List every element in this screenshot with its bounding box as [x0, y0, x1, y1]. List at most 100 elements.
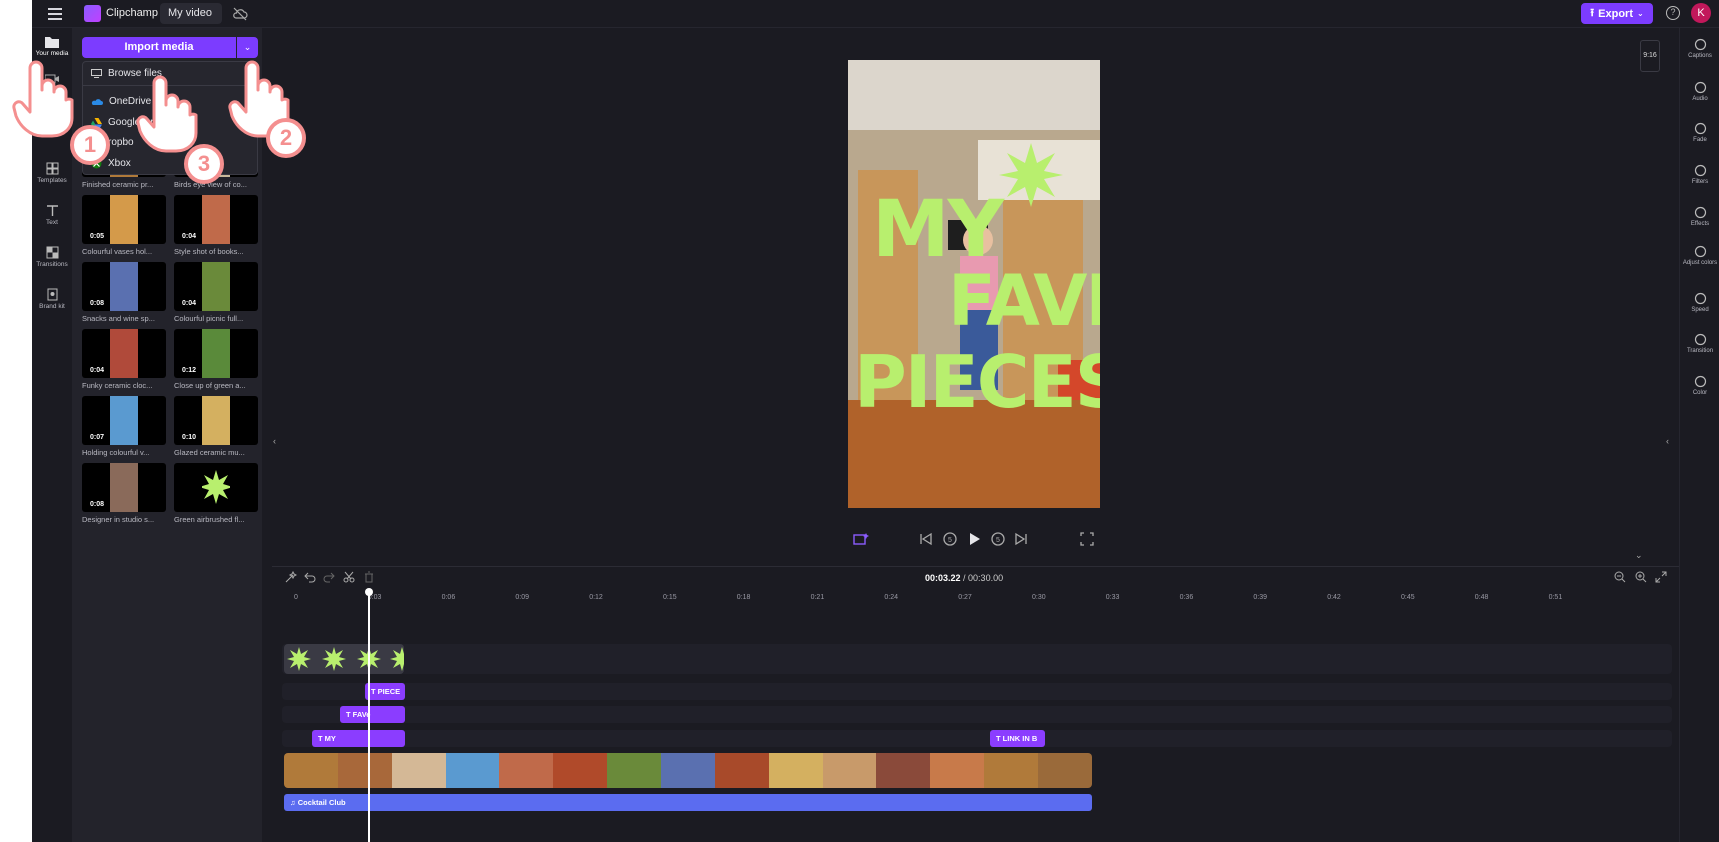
thumbnail-label: Colourful picnic full...	[174, 314, 244, 323]
zoom-in-icon[interactable]	[1635, 571, 1647, 583]
video-clip-strip[interactable]	[284, 753, 1092, 788]
collapse-left-panel-icon[interactable]: ‹	[273, 436, 276, 446]
rrail-transition[interactable]: Transition	[1680, 333, 1719, 354]
redo-icon[interactable]	[323, 571, 335, 583]
svg-text:5: 5	[996, 537, 1000, 544]
step-badge: 2	[266, 118, 306, 158]
rail-templates[interactable]: Templates	[32, 162, 72, 184]
collapse-timeline-icon[interactable]: ⌄	[1635, 550, 1643, 561]
starburst-thumbnails	[287, 647, 404, 671]
rail-transitions[interactable]: Transitions	[32, 246, 72, 268]
split-scissors-icon[interactable]	[343, 571, 355, 583]
rail-your-media[interactable]: Your media	[32, 36, 72, 57]
hamburger-menu-icon[interactable]	[46, 5, 64, 23]
starburst-clip[interactable]	[284, 644, 404, 674]
playhead[interactable]	[368, 590, 370, 842]
video-frame	[284, 753, 338, 788]
timeline-ruler[interactable]: 0 0:03 0:06 0:09 0:12 0:15 0:18 0:21 0:24 0:27 0:3…	[272, 590, 1672, 604]
text-clip-pieces[interactable]: T PIECE	[365, 683, 405, 700]
media-thumbnail[interactable]: 0:04 Colourful picnic full...	[174, 262, 258, 323]
music-note-icon: ♫	[290, 798, 298, 807]
delete-icon[interactable]	[363, 571, 375, 583]
clip-duration: 0:04	[90, 367, 105, 374]
app-title: Clipchamp	[106, 7, 158, 19]
fit-timeline-icon[interactable]	[1655, 571, 1667, 583]
step-badge: 1	[70, 125, 110, 165]
rrail-audio[interactable]: Audio	[1680, 81, 1719, 102]
preview-text-pieces[interactable]: PIECES	[854, 340, 1100, 424]
rrail-adjust-colors[interactable]: Adjust colors	[1680, 245, 1719, 266]
rrail-fade[interactable]: Fade	[1680, 122, 1719, 143]
media-thumbnail[interactable]: 0:08 Designer in studio s...	[82, 463, 166, 524]
text-track-3: T MY T LINK IN B	[282, 730, 1672, 747]
play-icon[interactable]	[966, 531, 982, 547]
clip-label: LINK IN B	[1002, 734, 1038, 743]
media-thumbnail[interactable]: 0:05 Colourful vases hol...	[82, 195, 166, 256]
thumbnail-label: Finished ceramic pr...	[82, 180, 154, 189]
import-dropdown-chevron-icon[interactable]: ⌄	[237, 37, 258, 58]
media-thumbnail[interactable]: Green airbrushed fl...	[174, 463, 258, 524]
aspect-ratio-button[interactable]: 9:16	[1640, 40, 1660, 72]
pointing-hand-icon	[136, 75, 198, 156]
text-clip-icon: T	[371, 687, 378, 696]
ruler-tick-label: 0:36	[1179, 594, 1194, 601]
step-badge: 3	[184, 144, 224, 184]
help-icon[interactable]: ?	[1666, 6, 1680, 20]
text-track-2: T FAVe	[282, 706, 1672, 723]
brand-kit-icon	[47, 288, 57, 301]
media-thumbnail[interactable]: 0:07 Holding colourful v...	[82, 396, 166, 457]
speed-gauge-icon	[1694, 292, 1706, 305]
playhead-handle[interactable]	[365, 588, 373, 596]
fullscreen-icon[interactable]	[1080, 531, 1094, 547]
thumbnail-label: Holding colourful v...	[82, 448, 150, 457]
rewind-5-icon[interactable]: 5	[942, 531, 958, 547]
rrail-speed[interactable]: Speed	[1680, 292, 1719, 313]
thumbnail-image: 0:07	[82, 396, 166, 445]
preview-text-fave[interactable]: FAVE	[948, 260, 1100, 342]
media-thumbnail[interactable]: 0:04 Style shot of books...	[174, 195, 258, 256]
magic-camera-icon[interactable]	[853, 531, 869, 547]
rrail-color[interactable]: Color	[1680, 375, 1719, 396]
skip-back-icon[interactable]	[919, 531, 933, 547]
ruler-tick-label: 0:51	[1548, 594, 1563, 601]
ruler-tick-label: 0:42	[1327, 594, 1341, 601]
thumbnail-picture	[202, 262, 230, 311]
audio-clip[interactable]: ♫ Cocktail Club	[284, 794, 1092, 811]
text-clip-icon: T	[996, 734, 1003, 743]
cloud-sync-off-icon[interactable]	[232, 6, 248, 22]
ruler-tick-label: 0:27	[958, 594, 972, 601]
color-palette-icon	[1694, 375, 1706, 388]
media-thumbnail[interactable]: 0:08 Snacks and wine sp...	[82, 262, 166, 323]
text-clip-fave[interactable]: T FAVe	[340, 706, 405, 723]
thumbnail-label: Funky ceramic cloc...	[82, 381, 153, 390]
media-thumbnail[interactable]: 0:10 Glazed ceramic mu...	[174, 396, 258, 457]
rrail-effects[interactable]: Effects	[1680, 206, 1719, 227]
forward-5-icon[interactable]: 5	[990, 531, 1006, 547]
collapse-right-panel-icon[interactable]: ‹	[1666, 436, 1669, 446]
avatar[interactable]: K	[1691, 3, 1711, 23]
media-thumbnail[interactable]: 0:04 Funky ceramic cloc...	[82, 329, 166, 390]
thumbnail-image: 0:10	[174, 396, 258, 445]
rail-text[interactable]: Text	[32, 204, 72, 226]
undo-icon[interactable]	[304, 571, 316, 583]
skip-forward-icon[interactable]	[1014, 531, 1028, 547]
video-name-field[interactable]: My video	[160, 3, 222, 24]
zoom-out-icon[interactable]	[1614, 571, 1626, 583]
text-clip-my[interactable]: T MY	[312, 730, 405, 747]
ruler-tick-label: 0:33	[1105, 594, 1120, 601]
video-frame	[607, 753, 662, 788]
clipchamp-logo-icon	[84, 5, 101, 22]
text-track-1: T PIECE	[282, 683, 1672, 700]
rail-brand-kit[interactable]: Brand kit	[32, 288, 72, 310]
magic-wand-icon[interactable]	[285, 571, 297, 583]
rrail-captions[interactable]: Captions	[1680, 38, 1719, 59]
export-button[interactable]: ⭱ Export ⌄	[1581, 3, 1653, 24]
media-thumbnail[interactable]: 0:12 Close up of green a...	[174, 329, 258, 390]
thumbnail-label: Designer in studio s...	[82, 515, 155, 524]
text-clip-link[interactable]: T LINK IN B	[990, 730, 1045, 747]
rrail-label: Captions	[1688, 53, 1712, 59]
rrail-filters[interactable]: Filters	[1680, 164, 1719, 185]
import-media-button[interactable]: Import media	[82, 37, 236, 58]
current-time: 00:03.22	[925, 573, 961, 583]
thumbnail-label: Glazed ceramic mu...	[174, 448, 245, 457]
